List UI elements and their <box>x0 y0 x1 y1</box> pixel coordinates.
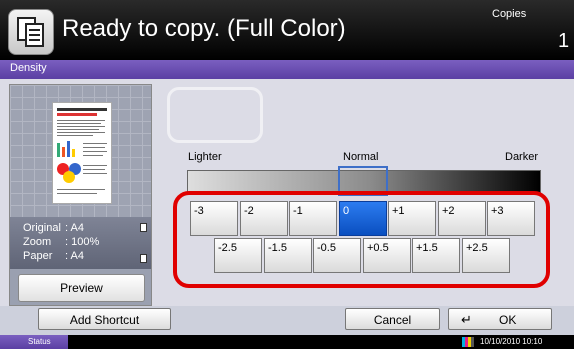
lighter-label: Lighter <box>188 151 222 163</box>
paper-orientation-icon <box>140 254 147 263</box>
preview-button[interactable]: Preview <box>18 274 145 302</box>
status-message: Ready to copy. (Full Color) <box>62 15 346 42</box>
document-thumbnail <box>52 102 112 204</box>
zoom-label: Zoom <box>23 236 52 248</box>
copies-label: Copies <box>492 8 527 20</box>
copy-function-icon <box>8 9 54 55</box>
screen-title-bar <box>0 60 574 79</box>
paper-value: : A4 <box>65 250 84 262</box>
zoom-row: Zoom : 100% <box>23 236 99 248</box>
paper-row: Paper : A4 <box>23 250 84 262</box>
status-button[interactable]: Status <box>0 335 68 349</box>
enter-icon: ↵ <box>461 312 472 327</box>
preview-grid <box>10 85 151 217</box>
preview-panel: Original : A4 Zoom : 100% Paper : A4 Previe… <box>9 84 152 306</box>
preview-info: Original : A4 Zoom : 100% Paper : A4 <box>10 217 151 269</box>
ok-button[interactable]: ↵ OK <box>448 308 552 330</box>
paper-label: Paper <box>23 250 53 262</box>
toner-level-icon <box>462 337 474 347</box>
zoom-value: : 100% <box>65 236 100 248</box>
density-buttons-highlight <box>173 191 550 288</box>
add-shortcut-button[interactable]: Add Shortcut <box>38 308 171 330</box>
original-size-row: Original : A4 <box>23 222 84 234</box>
screen-title: Density <box>10 62 47 74</box>
ok-label: OK <box>499 313 517 327</box>
normal-label: Normal <box>343 151 379 163</box>
date-time: 10/10/2010 10:10 <box>480 337 543 346</box>
cancel-button[interactable]: Cancel <box>345 308 440 330</box>
original-orientation-icon <box>140 223 147 232</box>
copy-density-screen: Ready to copy. (Full Color) Copies 1 Den… <box>0 0 574 349</box>
original-label: Original <box>23 222 61 234</box>
darker-label: Darker <box>505 151 539 163</box>
copies-count: 1 <box>558 30 570 52</box>
original-value: : A4 <box>65 222 84 234</box>
blank-indicator-box <box>167 87 263 143</box>
